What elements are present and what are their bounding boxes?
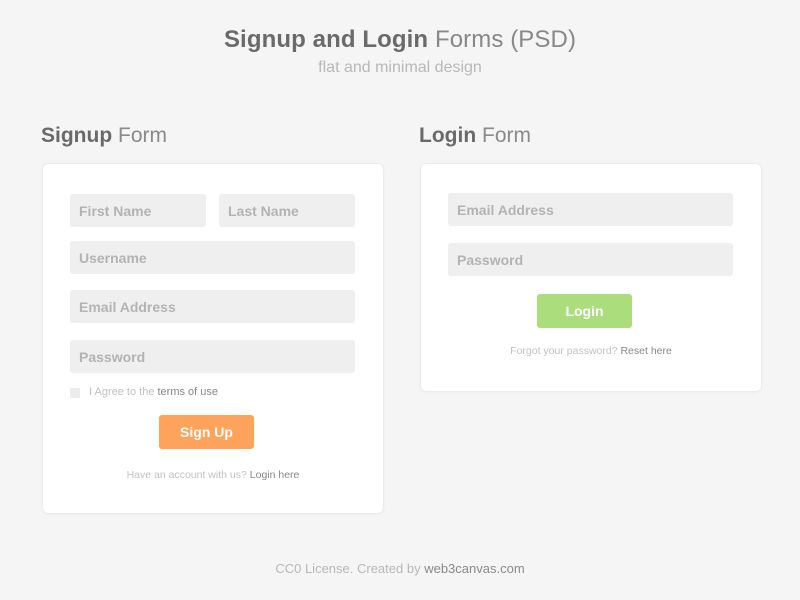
login-title-bold: Login — [419, 124, 477, 147]
signup-title-bold: Signup — [41, 124, 113, 147]
signup-email-input[interactable] — [70, 290, 355, 323]
login-card: Login Forgot your password? Reset here — [421, 164, 761, 391]
agree-checkbox[interactable] — [70, 388, 80, 398]
signup-title-light: Form — [118, 124, 167, 147]
terms-of-use-link[interactable]: terms of use — [158, 386, 219, 398]
page-title-light: Forms (PSD) — [434, 26, 577, 53]
signup-password-input[interactable] — [70, 340, 355, 373]
login-email-input[interactable] — [448, 193, 733, 226]
login-password-input[interactable] — [448, 243, 733, 276]
signup-section-title: Signup Form — [41, 124, 167, 148]
agree-label: I Agree to the terms of use — [89, 386, 218, 398]
sign-up-button[interactable]: Sign Up — [159, 415, 254, 449]
signup-card: I Agree to the terms of use Sign Up Have… — [43, 164, 383, 513]
footer-text: CC0 License. Created by — [275, 561, 421, 576]
login-button[interactable]: Login — [537, 294, 632, 328]
reset-here-link[interactable]: Reset here — [620, 345, 671, 357]
signup-helper-text: Have an account with us? — [126, 469, 247, 481]
page-title-bold: Signup and Login — [223, 26, 429, 53]
footer: CC0 License. Created by web3canvas.com — [0, 561, 800, 576]
signup-helper: Have an account with us? Login here — [43, 469, 383, 481]
page-title: Signup and Login Forms (PSD) — [0, 26, 800, 54]
first-name-input[interactable] — [70, 194, 206, 227]
login-helper: Forgot your password? Reset here — [421, 345, 761, 357]
username-input[interactable] — [70, 241, 355, 274]
login-section-title: Login Form — [419, 124, 531, 148]
login-helper-text: Forgot your password? — [510, 345, 618, 357]
footer-link[interactable]: web3canvas.com — [424, 561, 524, 576]
login-title-light: Form — [482, 124, 531, 147]
last-name-input[interactable] — [219, 194, 355, 227]
agree-text: I Agree to the — [89, 386, 155, 398]
login-here-link[interactable]: Login here — [250, 469, 300, 481]
page-subtitle: flat and minimal design — [318, 59, 482, 76]
